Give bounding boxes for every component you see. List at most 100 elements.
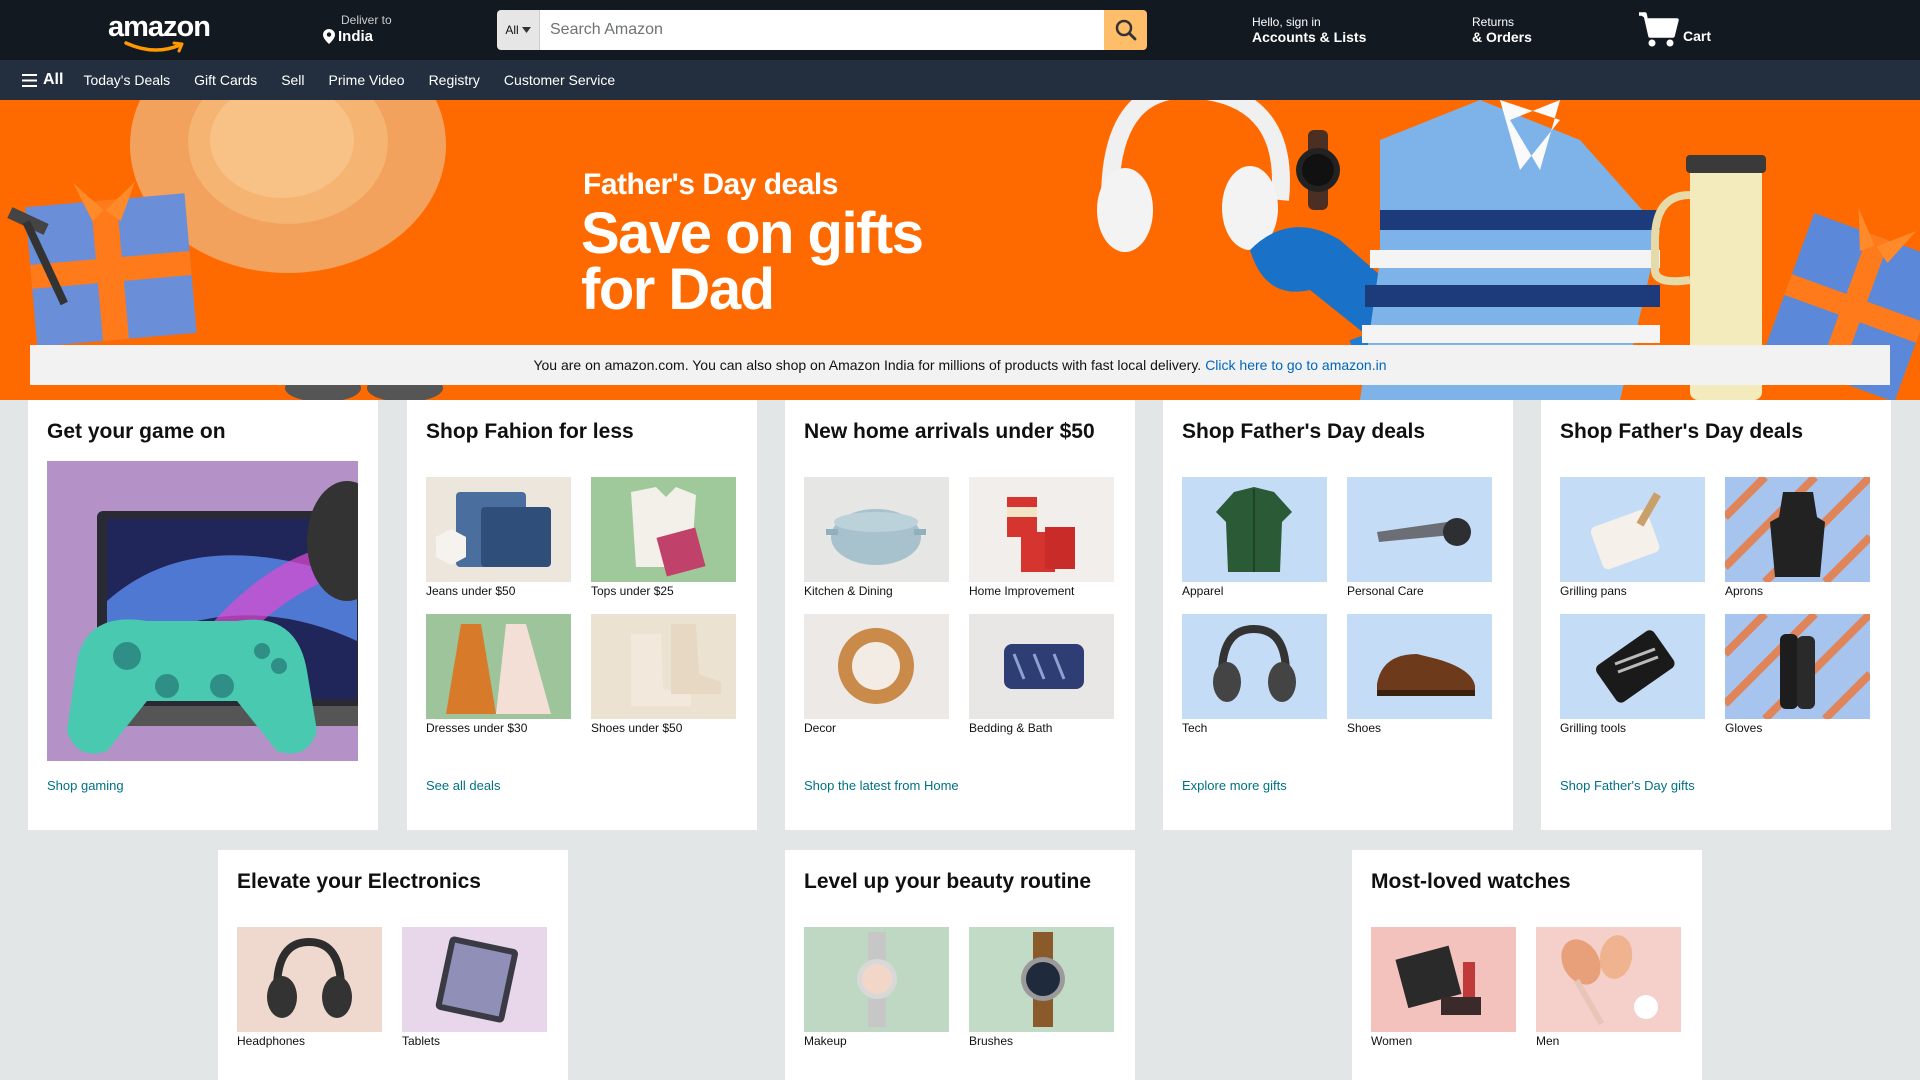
all-menu-label: All [43,71,64,88]
nav-registry[interactable]: Registry [429,72,480,88]
hero-subtitle: Father's Day deals [583,168,838,201]
card-title: Shop Father's Day deals [1560,420,1804,443]
tile-brushes[interactable]: Brushes [969,927,1114,1048]
location-pin-icon [323,29,335,44]
tile-personal-care[interactable]: Personal Care [1347,477,1492,598]
tile-shoes[interactable]: Shoes under $50 [591,614,736,735]
card-title: Level up your beauty routine [804,870,1092,893]
makeup-compact-image [1371,927,1516,1032]
hero-title: Save on gifts for Dad [581,201,924,322]
card-title: Get your game on [47,420,226,443]
hero-banner[interactable]: Father's Day deals Save on gifts for Dad… [0,100,1920,400]
dutch-oven-image [804,477,949,582]
card-gaming: Get your game on Shop gaming [28,400,378,830]
nav-gift-cards[interactable]: Gift Cards [194,72,257,88]
tile-caption: Decor [804,721,837,735]
search-icon [1115,19,1136,41]
tile-bedding-bath[interactable]: Bedding & Bath [969,614,1114,735]
tile-caption: Gloves [1725,721,1763,735]
tile-caption: Grilling tools [1560,721,1627,735]
go-to-amazon-in-link[interactable]: Click here to go to amazon.in [1205,357,1386,373]
tile-caption: Bedding & Bath [969,721,1053,735]
account-label: Accounts & Lists [1252,29,1367,45]
hamburger-menu-icon [22,73,37,87]
cart-icon [1639,12,1679,47]
amazon-logo[interactable]: amazon [108,11,212,53]
tile-caption: Dresses under $30 [426,721,528,735]
tile-caption: Jeans under $50 [426,584,516,598]
womens-watch-image [804,927,949,1032]
tile-aprons[interactable]: Aprons [1725,477,1870,598]
grilling-tools-image [1560,614,1705,719]
tile-caption: Women [1371,1034,1413,1048]
tile-caption: Home Improvement [969,584,1075,598]
tile-caption: Shoes under $50 [591,721,683,735]
card-title: Shop Fahion for less [426,420,634,443]
tile-men[interactable]: Men [1536,927,1681,1048]
tile-grilling-tools[interactable]: Grilling tools [1560,614,1705,735]
returns-orders[interactable]: Returns & Orders [1472,15,1532,45]
shop-fathers-day-gifts-link[interactable]: Shop Father's Day gifts [1560,778,1695,793]
tile-jeans[interactable]: Jeans under $50 [426,477,571,598]
tile-caption: Makeup [804,1034,847,1048]
explore-more-gifts-link[interactable]: Explore more gifts [1182,778,1287,793]
deliver-to[interactable]: Deliver to India [323,13,392,45]
nav-sell[interactable]: Sell [281,72,304,88]
deliver-location: India [338,28,374,45]
tile-dresses[interactable]: Dresses under $30 [426,614,571,735]
search-category-value: All [505,23,519,37]
all-menu-button[interactable]: All [22,71,63,89]
tile-home-improvement[interactable]: Home Improvement [969,477,1114,598]
tile-decor[interactable]: Decor [804,614,949,735]
tile-apparel[interactable]: Apparel [1182,477,1327,598]
card-watches: Most-loved watches Women Men [1352,850,1702,1080]
gaming-image[interactable] [47,461,358,761]
nav-todays-deals[interactable]: Today's Deals [83,72,170,88]
tile-women[interactable]: Women [1371,927,1516,1048]
logo-smile-icon [124,41,184,53]
notice-text: You are on amazon.com. You can also shop… [533,357,1202,373]
see-all-deals-link[interactable]: See all deals [426,778,500,793]
tile-caption: Aprons [1725,584,1764,598]
search-button[interactable] [1104,10,1147,50]
shop-gaming-link[interactable]: Shop gaming [47,778,124,793]
cart-button[interactable]: Cart [1637,10,1711,48]
card-fathers-day-2: Shop Father's Day deals Grilling pans Ap… [1541,400,1891,830]
search-bar: All [497,10,1147,50]
tile-caption: Tablets [402,1034,441,1048]
nav-customer-service[interactable]: Customer Service [504,72,615,88]
card-title: Shop Father's Day deals [1182,420,1426,443]
orders-label: & Orders [1472,29,1532,45]
tile-gloves[interactable]: Gloves [1725,614,1870,735]
tile-caption: Men [1536,1034,1560,1048]
tile-caption: Grilling pans [1560,584,1627,598]
account-greeting: Hello, sign in [1252,15,1321,29]
tile-caption: Apparel [1182,584,1224,598]
boots-image [591,614,736,719]
tile-makeup[interactable]: Makeup [804,927,949,1048]
dresses-image [426,614,571,719]
tile-caption: Personal Care [1347,584,1424,598]
deliver-label: Deliver to [341,13,392,27]
tile-tops[interactable]: Tops under $25 [591,477,736,598]
tile-grilling-pans[interactable]: Grilling pans [1560,477,1705,598]
tops-image [591,477,736,582]
tile-headphones[interactable]: Headphones [237,927,382,1048]
tile-tablets[interactable]: Tablets [402,927,547,1048]
tile-caption: Headphones [237,1034,306,1048]
tile-shoes-men[interactable]: Shoes [1347,614,1492,735]
mens-watch-image [969,927,1114,1032]
search-input[interactable] [540,10,1104,50]
shop-latest-home-link[interactable]: Shop the latest from Home [804,778,959,793]
tile-caption: Kitchen & Dining [804,584,893,598]
card-beauty: Level up your beauty routine Makeup Brus… [785,850,1135,1080]
account-menu[interactable]: Hello, sign in Accounts & Lists [1252,15,1366,45]
locale-notice-banner: You are on amazon.com. You can also shop… [30,345,1890,385]
nav-prime-video[interactable]: Prime Video [329,72,405,88]
tile-kitchen-dining[interactable]: Kitchen & Dining [804,477,949,598]
card-home: New home arrivals under $50 Kitchen & Di… [785,400,1135,830]
tile-tech[interactable]: Tech [1182,614,1327,735]
search-category-select[interactable]: All [497,10,540,50]
card-title: New home arrivals under $50 [804,420,1095,443]
logo-wordmark: amazon [108,11,211,43]
